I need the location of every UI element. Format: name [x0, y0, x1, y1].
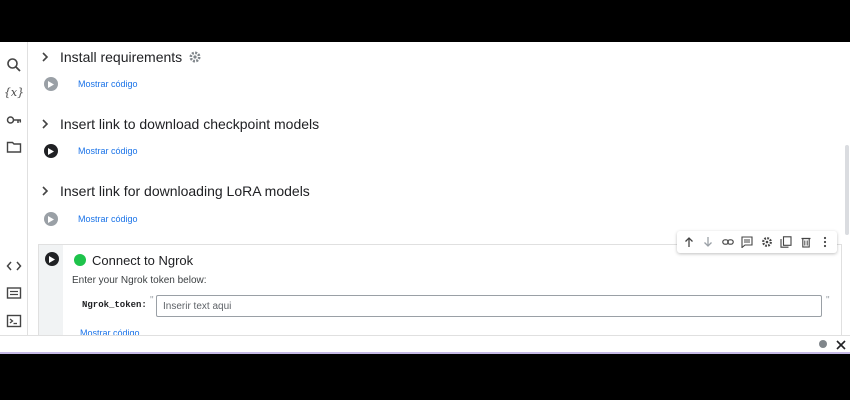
run-cell-button[interactable] [44, 212, 58, 226]
section-title: Insert link for downloading LoRA models [60, 183, 310, 199]
comment-icon[interactable] [740, 235, 754, 249]
cell-title: Connect to Ngrok [92, 252, 194, 268]
cell-description: Enter your Ngrok token below: [72, 275, 207, 286]
link-icon[interactable] [721, 235, 735, 249]
accent-divider [0, 352, 850, 354]
terminal-icon[interactable] [4, 311, 24, 331]
left-sidebar: {x} [0, 42, 28, 353]
gear-icon[interactable] [188, 50, 202, 64]
section-title: Insert link to download checkpoint model… [60, 116, 320, 132]
show-code-link[interactable]: Mostrar código [78, 214, 138, 224]
mirror-cell-icon[interactable] [779, 235, 793, 249]
status-dot-icon [74, 254, 86, 266]
show-code-link[interactable]: Mostrar código [78, 146, 138, 156]
cell-toolbar [677, 231, 837, 253]
ngrok-token-input[interactable] [156, 295, 822, 317]
open-quote: " [150, 295, 154, 306]
search-icon[interactable] [4, 55, 24, 75]
run-cell-button[interactable] [44, 144, 58, 158]
run-cell-button[interactable] [44, 77, 58, 91]
chevron-right-icon[interactable] [38, 117, 52, 131]
notebook-app: {x} Install requirements Mostrar código … [0, 42, 850, 353]
section-lora-models: Insert link for downloading LoRA models … [38, 180, 310, 231]
ngrok-token-label: Ngrok_token: [82, 300, 147, 310]
section-title: Install requirements [60, 49, 183, 65]
key-icon[interactable] [4, 110, 24, 130]
run-cell-button[interactable] [45, 252, 59, 266]
folder-icon[interactable] [4, 137, 24, 157]
move-up-icon[interactable] [682, 235, 696, 249]
more-options-icon[interactable] [818, 235, 832, 249]
code-icon[interactable] [4, 256, 24, 276]
section-checkpoint-models: Insert link to download checkpoint model… [38, 113, 319, 163]
connection-status-icon [819, 340, 827, 348]
close-icon[interactable] [835, 338, 847, 350]
chevron-right-icon[interactable] [38, 50, 52, 64]
show-code-link[interactable]: Mostrar código [78, 79, 138, 89]
move-down-icon[interactable] [701, 235, 715, 249]
chevron-right-icon[interactable] [38, 184, 52, 198]
variables-icon[interactable]: {x} [4, 82, 24, 102]
snippets-icon[interactable] [4, 283, 24, 303]
delete-icon[interactable] [799, 235, 813, 249]
section-install-requirements: Install requirements Mostrar código [38, 46, 202, 96]
close-quote: " [826, 295, 830, 306]
settings-gear-icon[interactable] [760, 235, 774, 249]
vertical-scrollbar[interactable] [845, 145, 849, 235]
